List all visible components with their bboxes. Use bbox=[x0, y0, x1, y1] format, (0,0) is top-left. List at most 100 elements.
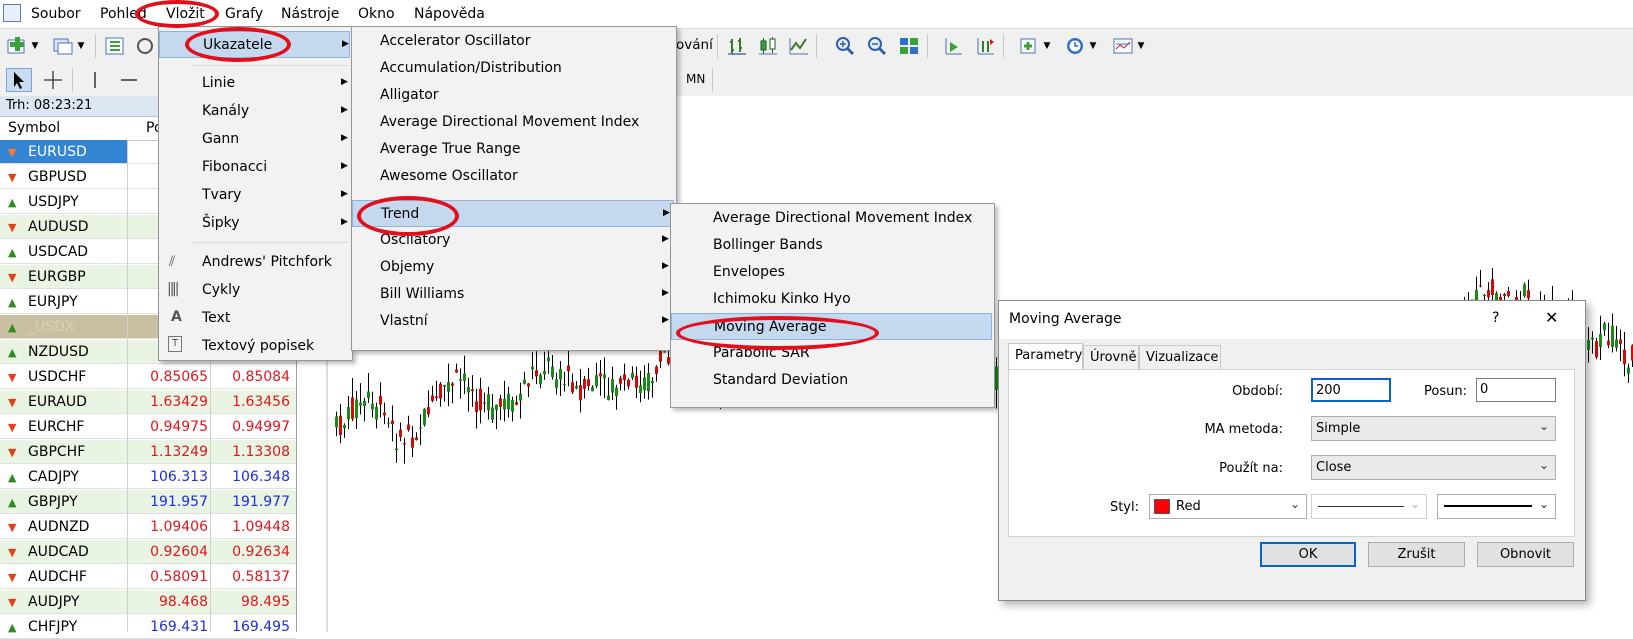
ma-method-label: MA metoda: bbox=[1204, 422, 1283, 437]
menu-item-shapes[interactable]: Tvary ▶ bbox=[159, 182, 350, 209]
tab-visualization[interactable]: Vizualizace bbox=[1139, 345, 1221, 369]
profiles-icon[interactable] bbox=[50, 34, 76, 58]
toolbar-partial-label[interactable]: ování bbox=[676, 37, 713, 53]
menu-item-andrews-pitchfork[interactable]: ⫽ Andrews' Pitchfork bbox=[159, 249, 350, 276]
table-row[interactable]: ▲ GBPJPY 191.957 191.977 bbox=[0, 490, 296, 514]
table-row[interactable]: ▼ AUDJPY 98.468 98.495 bbox=[0, 590, 296, 614]
menu-window[interactable]: Okno bbox=[358, 6, 395, 22]
bar-chart-icon[interactable] bbox=[724, 34, 750, 58]
table-row[interactable]: ▼ GBPCHF 1.13249 1.13308 bbox=[0, 440, 296, 464]
tab-levels[interactable]: Úrovně bbox=[1083, 345, 1139, 369]
menu-help[interactable]: Nápověda bbox=[414, 6, 485, 22]
zoom-out-icon[interactable] bbox=[864, 34, 890, 58]
menu-item-arrows[interactable]: Šipky ▶ bbox=[159, 210, 350, 237]
auto-scroll-icon[interactable] bbox=[940, 34, 966, 58]
ask-value: 0.94997 bbox=[232, 419, 290, 435]
menu-item-oscillators[interactable]: Oscilátory ▶ bbox=[352, 227, 674, 254]
line-style-select[interactable]: ⌄ bbox=[1311, 494, 1427, 519]
market-watch-icon[interactable] bbox=[102, 34, 128, 58]
horizontal-line-icon[interactable] bbox=[116, 68, 142, 92]
line-width-select[interactable]: ⌄ bbox=[1437, 494, 1556, 519]
candle bbox=[475, 388, 478, 429]
menu-item-average-true-range[interactable]: Average True Range bbox=[352, 136, 674, 163]
table-row[interactable]: ▲ CADJPY 106.313 106.348 bbox=[0, 465, 296, 489]
templates-icon[interactable] bbox=[1110, 34, 1136, 58]
menu-item-cycles[interactable]: |‖| Cykly bbox=[159, 277, 350, 304]
indicators-list-icon[interactable] bbox=[1016, 34, 1042, 58]
table-row[interactable]: ▼ AUDCAD 0.92604 0.92634 bbox=[0, 540, 296, 564]
new-chart-icon[interactable] bbox=[4, 34, 30, 58]
menu-insert[interactable]: Vložit bbox=[166, 6, 205, 22]
menu-item-standard-deviation[interactable]: Standard Deviation bbox=[671, 367, 992, 394]
chevron-down-icon[interactable]: ▼ bbox=[1134, 34, 1148, 58]
menu-item-bollinger-bands[interactable]: Bollinger Bands bbox=[671, 232, 992, 259]
candle bbox=[1615, 325, 1618, 352]
menu-file[interactable]: Soubor bbox=[31, 6, 81, 22]
menu-tools[interactable]: Nástroje bbox=[281, 6, 339, 22]
table-row[interactable]: ▼ USDCHF 0.85065 0.85084 bbox=[0, 365, 296, 389]
chevron-down-icon[interactable]: ▼ bbox=[74, 34, 88, 58]
menu-item-custom[interactable]: Vlastní ▶ bbox=[352, 308, 674, 335]
help-button[interactable]: ? bbox=[1492, 310, 1499, 326]
menu-item-text-label[interactable]: T Textový popisek bbox=[159, 333, 350, 360]
chevron-right-icon: ▶ bbox=[341, 189, 348, 199]
close-icon[interactable]: ✕ bbox=[1545, 308, 1558, 327]
col-symbol[interactable]: Symbol bbox=[8, 120, 60, 136]
chart-shift-icon[interactable] bbox=[972, 34, 998, 58]
menu-item-fibonacci[interactable]: Fibonacci ▶ bbox=[159, 154, 350, 181]
chevron-down-icon[interactable]: ▼ bbox=[28, 34, 42, 58]
shift-input[interactable]: 0 bbox=[1476, 378, 1556, 402]
ok-button[interactable]: OK bbox=[1260, 542, 1356, 567]
text-icon: A bbox=[171, 309, 182, 325]
up-arrow-icon: ▲ bbox=[8, 196, 17, 209]
table-row[interactable]: ▼ EURCHF 0.94975 0.94997 bbox=[0, 415, 296, 439]
menu-item-admi[interactable]: Average Directional Movement Index bbox=[671, 205, 992, 232]
candle bbox=[499, 394, 502, 421]
candle bbox=[351, 378, 354, 422]
chevron-down-icon[interactable]: ▼ bbox=[1040, 34, 1054, 58]
table-row[interactable]: ▲ CHFJPY 169.431 169.495 bbox=[0, 615, 296, 639]
menu-item-lines[interactable]: Linie ▶ bbox=[159, 70, 350, 97]
timeframe-mn[interactable]: MN bbox=[686, 72, 705, 86]
menu-item-accelerator-oscillator[interactable]: Accelerator Oscillator bbox=[352, 28, 674, 55]
menu-item-awesome-oscillator[interactable]: Awesome Oscillator bbox=[352, 163, 674, 190]
line-chart-icon[interactable] bbox=[786, 34, 812, 58]
menu-item-bill-williams[interactable]: Bill Williams ▶ bbox=[352, 281, 674, 308]
menu-item-parabolic-sar[interactable]: Parabolic SAR bbox=[671, 340, 992, 367]
menu-item-moving-average[interactable]: Moving Average bbox=[671, 313, 992, 340]
color-select[interactable]: Red ⌄ bbox=[1149, 494, 1307, 519]
periods-clock-icon[interactable] bbox=[1062, 34, 1088, 58]
menu-item-envelopes[interactable]: Envelopes bbox=[671, 259, 992, 286]
menu-item-ichimoku[interactable]: Ichimoku Kinko Hyo bbox=[671, 286, 992, 313]
menu-item-admi[interactable]: Average Directional Movement Index bbox=[352, 109, 674, 136]
tile-windows-icon[interactable] bbox=[896, 34, 922, 58]
period-input[interactable]: 200 bbox=[1311, 378, 1391, 402]
menu-charts[interactable]: Grafy bbox=[225, 6, 263, 22]
table-row[interactable]: ▼ EURAUD 1.63429 1.63456 bbox=[0, 390, 296, 414]
candle bbox=[447, 363, 450, 407]
menu-item-volumes[interactable]: Objemy ▶ bbox=[352, 254, 674, 281]
tab-parameters[interactable]: Parametry bbox=[1008, 343, 1083, 369]
cursor-icon[interactable] bbox=[6, 68, 32, 92]
ma-method-select[interactable]: Simple ⌄ bbox=[1311, 416, 1556, 441]
table-row[interactable]: ▼ AUDNZD 1.09406 1.09448 bbox=[0, 515, 296, 539]
menu-view[interactable]: Pohled bbox=[100, 6, 147, 22]
reset-button[interactable]: Obnovit bbox=[1477, 542, 1574, 567]
navigator-icon[interactable] bbox=[132, 34, 158, 58]
crosshair-icon[interactable] bbox=[40, 68, 66, 92]
menu-item-trend[interactable]: Trend ▶ bbox=[352, 200, 674, 227]
vertical-line-icon[interactable] bbox=[82, 68, 108, 92]
chevron-down-icon[interactable]: ▼ bbox=[1086, 34, 1100, 58]
cancel-button[interactable]: Zrušit bbox=[1368, 542, 1465, 567]
menu-item-gann[interactable]: Gann ▶ bbox=[159, 126, 350, 153]
menu-item-alligator[interactable]: Alligator bbox=[352, 82, 674, 109]
menu-item-indicators[interactable]: Ukazatele ▶ bbox=[159, 31, 350, 58]
app-icon[interactable] bbox=[3, 4, 21, 22]
menu-item-accumulation-distribution[interactable]: Accumulation/Distribution bbox=[352, 55, 674, 82]
apply-to-select[interactable]: Close ⌄ bbox=[1311, 455, 1556, 480]
menu-item-text[interactable]: A Text bbox=[159, 305, 350, 332]
zoom-in-icon[interactable] bbox=[832, 34, 858, 58]
table-row[interactable]: ▼ AUDCHF 0.58091 0.58137 bbox=[0, 565, 296, 589]
candlestick-icon[interactable] bbox=[755, 34, 781, 58]
menu-item-channels[interactable]: Kanály ▶ bbox=[159, 98, 350, 125]
